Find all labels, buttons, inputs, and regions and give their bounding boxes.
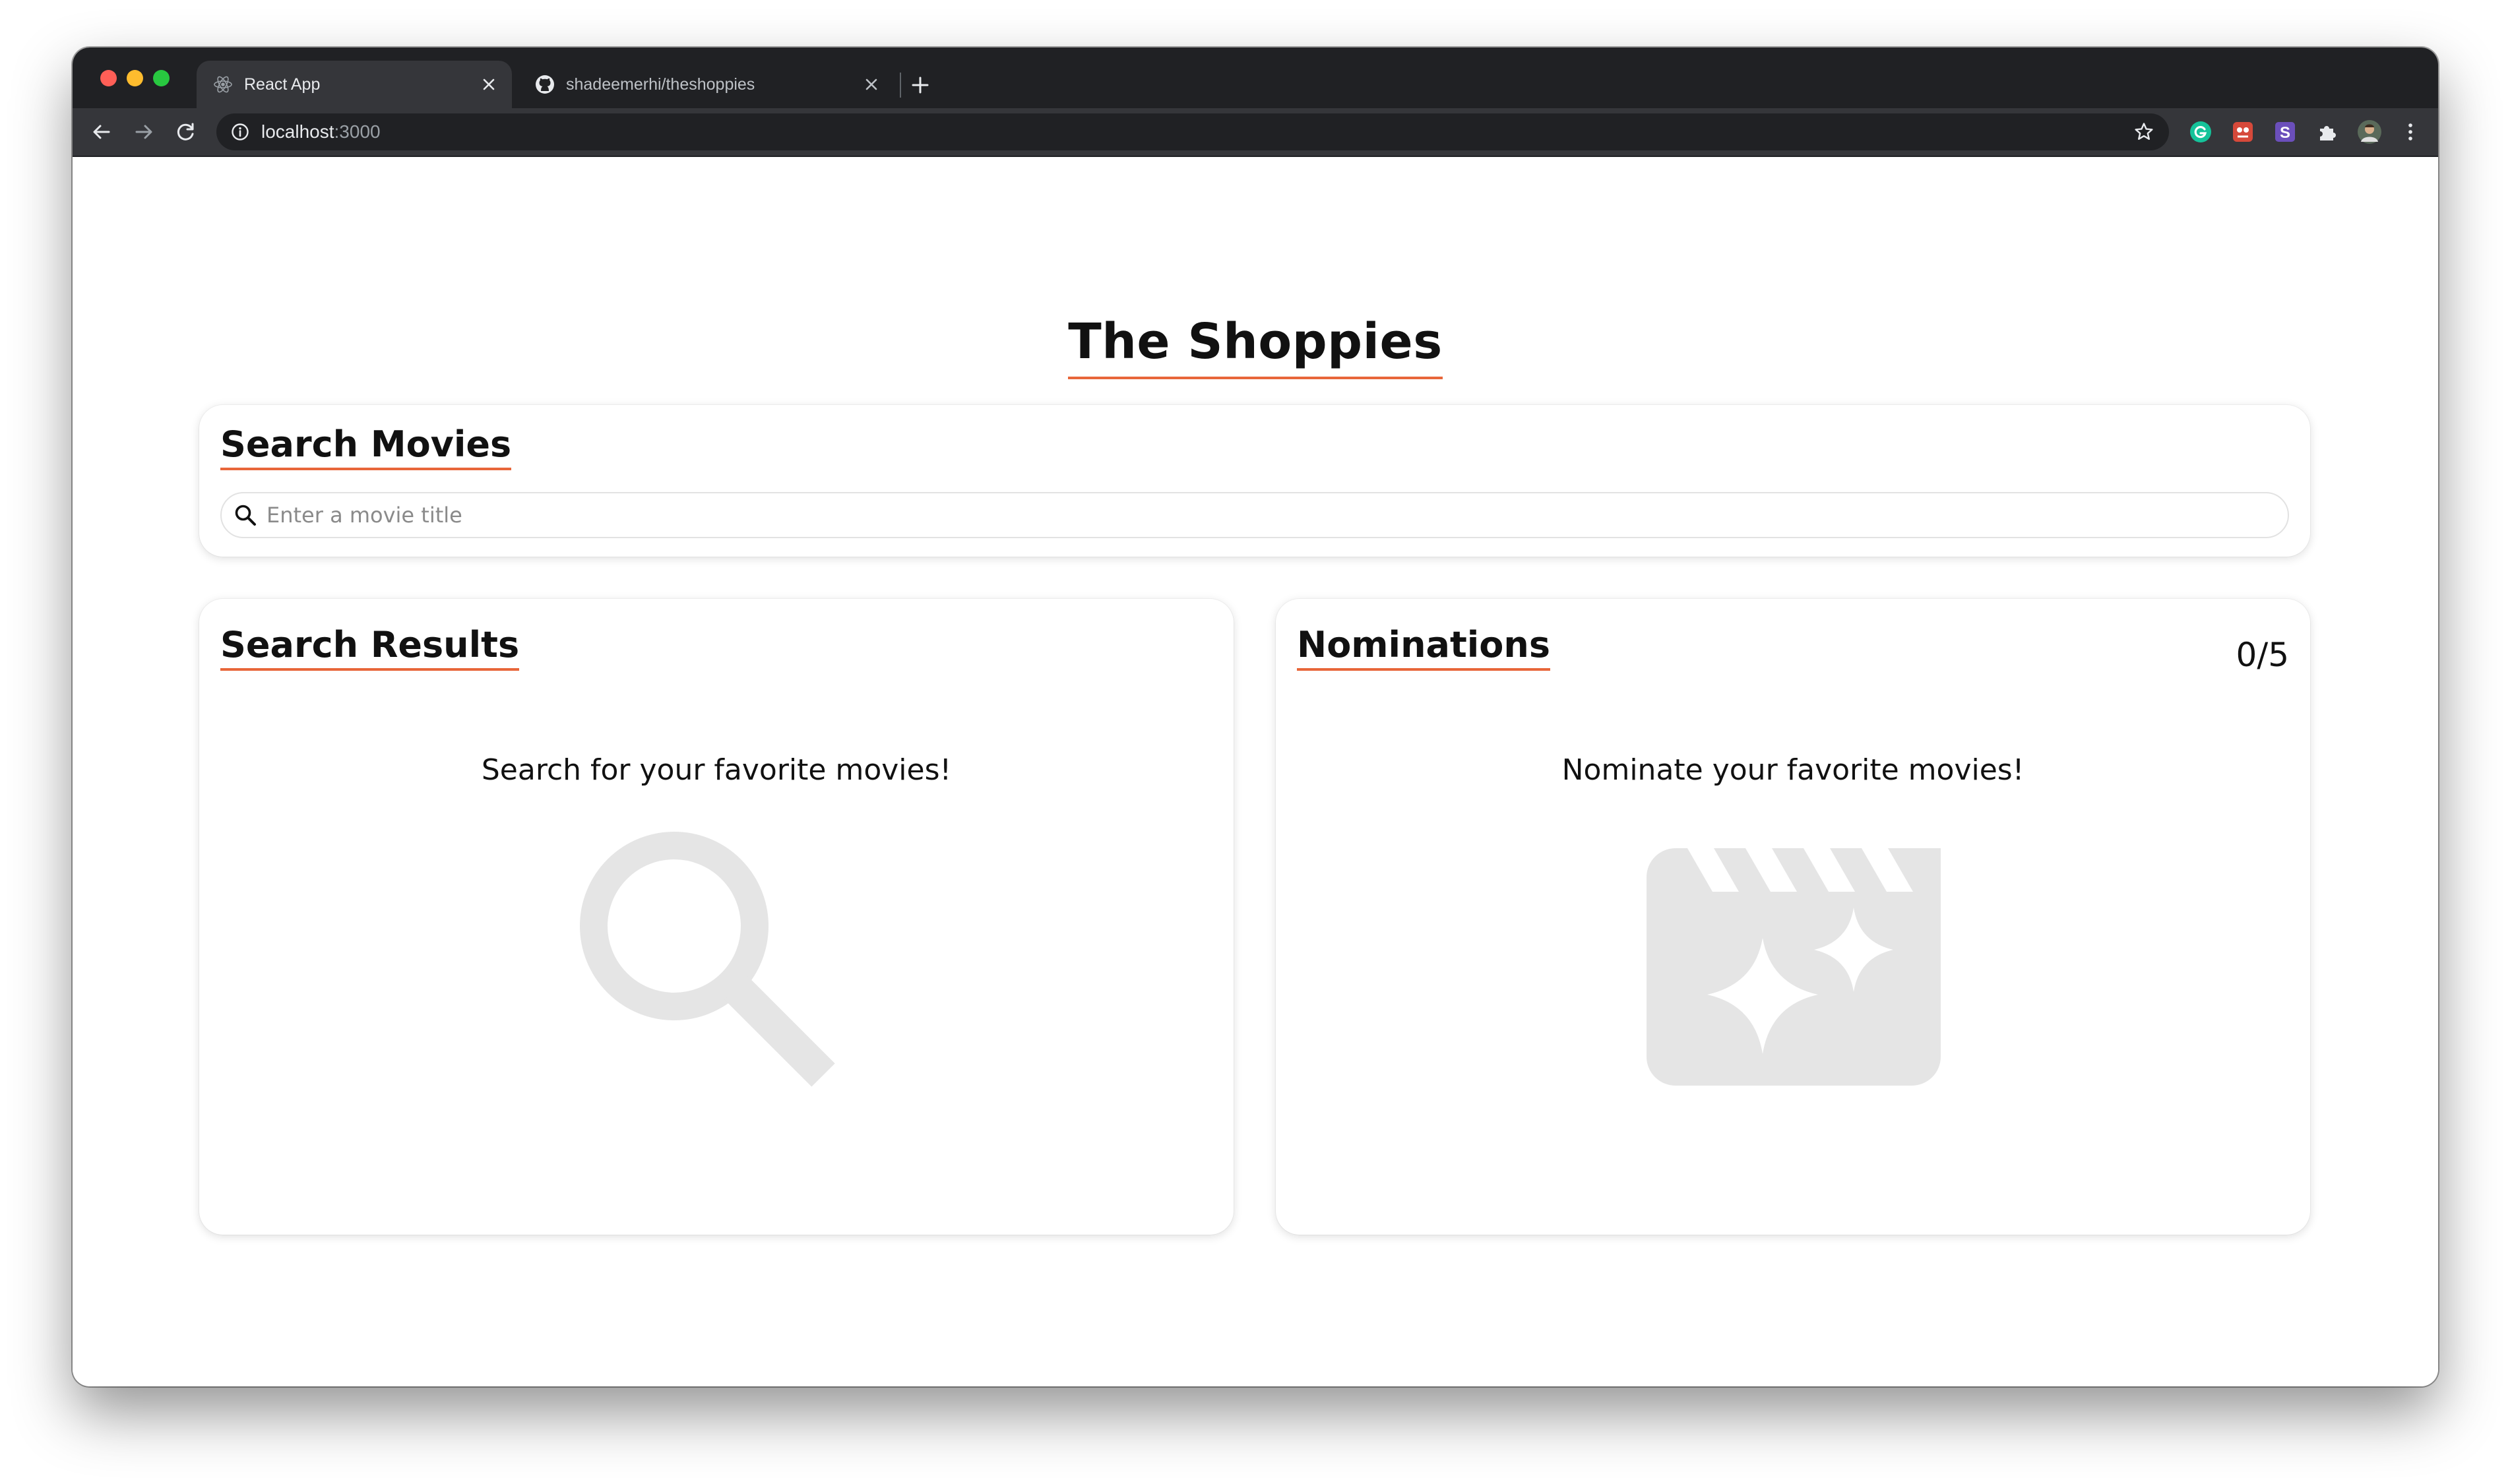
close-tab-icon[interactable] (860, 73, 883, 96)
close-window-button[interactable] (100, 70, 117, 86)
page-title-wrap: The Shoppies (73, 313, 2438, 380)
browser-window: React App shadeemerhi/theshoppies localh… (73, 47, 2438, 1386)
search-results-card: Search Results Search for your favorite … (199, 599, 1234, 1235)
search-movies-card: Search Movies (199, 405, 2310, 557)
search-icon (232, 502, 259, 528)
page-title: The Shoppies (1068, 313, 1443, 380)
maximize-window-button[interactable] (153, 70, 170, 86)
profile-avatar[interactable] (2356, 119, 2383, 145)
nominations-heading: Nominations (1297, 625, 1550, 671)
back-button[interactable] (87, 117, 116, 146)
page-viewport: The Shoppies Search Movies Search Result… (73, 157, 2438, 1386)
search-results-heading: Search Results (220, 625, 520, 671)
arrow-left-icon (93, 125, 110, 139)
nominations-count: 0/5 (2236, 636, 2289, 674)
browser-menu-button[interactable] (2397, 119, 2424, 145)
extension-red-icon[interactable] (2230, 119, 2256, 145)
reload-icon (177, 123, 194, 140)
github-icon (533, 73, 557, 96)
extension-s-icon[interactable]: S (2272, 119, 2298, 145)
tab-strip: React App shadeemerhi/theshoppies (73, 47, 2438, 108)
tab-separator (900, 73, 901, 98)
magnifier-illustration (578, 830, 855, 1109)
plus-icon (912, 77, 929, 94)
results-empty-message: Search for your favorite movies! (481, 753, 952, 787)
nominations-card: Nominations 0/5 Nominate your favorite m… (1276, 599, 2310, 1235)
close-tab-icon[interactable] (478, 73, 500, 96)
tab-github-theshoppies[interactable]: shadeemerhi/theshoppies (518, 61, 895, 108)
tab-react-app[interactable]: React App (197, 61, 512, 108)
kebab-menu-icon (2408, 123, 2412, 140)
puzzle-icon[interactable] (2314, 119, 2340, 145)
search-input[interactable] (265, 495, 2288, 536)
tab-title: React App (244, 75, 321, 94)
screenshot-stage: React App shadeemerhi/theshoppies localh… (0, 0, 2512, 1484)
url-host: localhost (261, 121, 334, 142)
arrow-right-icon (135, 125, 152, 139)
browser-toolbar: localhost:3000 S (73, 108, 2438, 157)
address-bar[interactable]: localhost:3000 (216, 113, 2169, 150)
svg-text:S: S (2280, 124, 2290, 142)
reload-button[interactable] (172, 117, 201, 146)
url-port: :3000 (334, 121, 381, 142)
react-icon (211, 73, 235, 96)
site-info-icon[interactable] (230, 121, 251, 142)
search-movies-heading: Search Movies (220, 425, 512, 471)
clapperboard-stars-illustration (1647, 848, 1941, 1088)
forward-button[interactable] (129, 117, 158, 146)
bookmark-star-icon[interactable] (2132, 120, 2156, 144)
search-field[interactable] (220, 492, 2289, 538)
nominations-empty-message: Nominate your favorite movies! (1561, 753, 2025, 787)
grammarly-icon[interactable] (2187, 119, 2214, 145)
tab-title: shadeemerhi/theshoppies (566, 75, 755, 94)
new-tab-button[interactable] (905, 70, 935, 100)
minimize-window-button[interactable] (127, 70, 143, 86)
